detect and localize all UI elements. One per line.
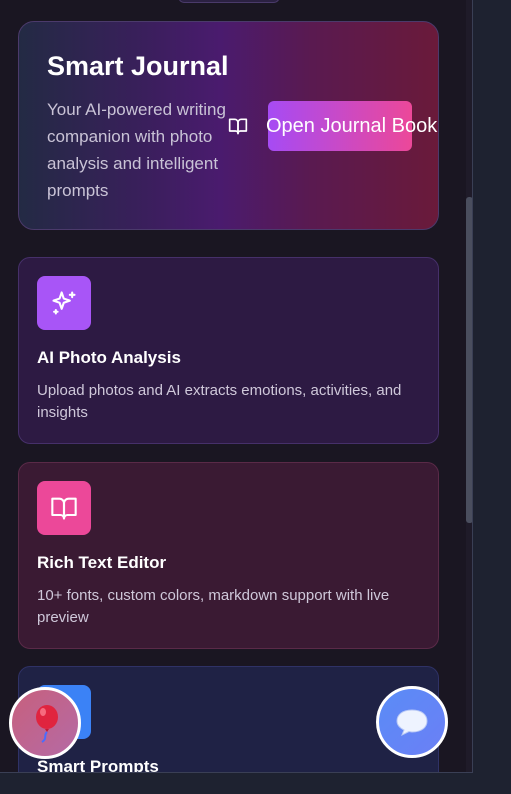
feature-icon-box [37,481,91,535]
feature-title: Rich Text Editor [37,553,167,572]
feature-icon-box [37,276,91,330]
feature-card-photo-analysis[interactable]: AI Photo Analysis Upload photos and AI e… [18,257,439,444]
book-open-icon [228,118,248,135]
feature-card-rich-text-editor[interactable]: Rich Text Editor 10+ fonts, custom color… [18,462,439,649]
balloon-fab-button[interactable] [9,687,81,759]
chat-bubble-icon [396,709,428,737]
feature-title: AI Photo Analysis [37,348,181,367]
hero-card: Smart Journal Your AI-powered writing co… [18,21,439,230]
hero-title: Smart Journal [47,51,229,81]
chat-fab-button[interactable] [376,686,448,758]
hero-description: Your AI-powered writing companion with p… [47,100,226,200]
book-open-icon [51,497,77,520]
sparkles-icon [52,291,76,315]
top-pill[interactable] [178,0,280,3]
main-panel: Smart Journal Your AI-powered writing co… [0,0,473,773]
balloon-icon [36,705,58,743]
feature-description: 10+ fonts, custom colors, markdown suppo… [37,587,390,626]
app-root: Smart Journal Your AI-powered writing co… [0,0,511,794]
open-journal-button-label[interactable]: Open Journal Book [266,115,437,138]
scrollbar-thumb[interactable] [466,197,472,523]
scrollbar[interactable] [466,0,472,772]
feature-description: Upload photos and AI extracts emotions, … [37,382,402,421]
feature-title: Smart Prompts [37,757,159,773]
